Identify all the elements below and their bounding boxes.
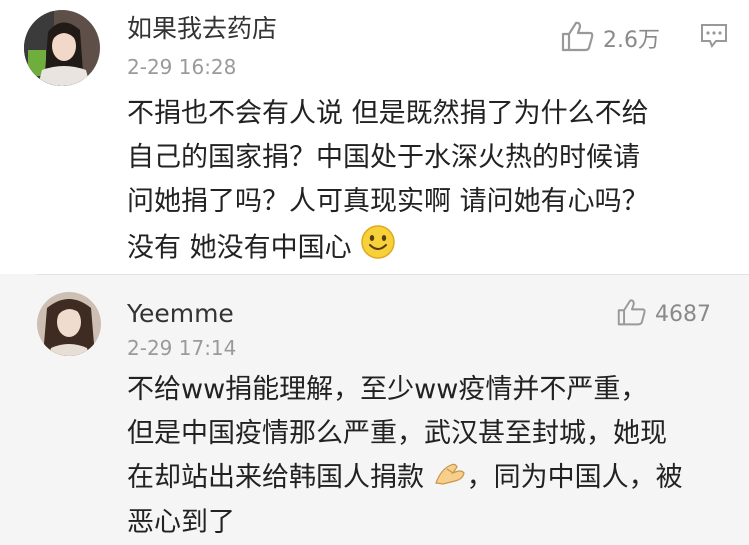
comment-body: 不给ww捐能理解，至少ww疫情并不严重， 但是中国疫情那么严重，武汉甚至封城，她… [127,368,737,545]
comment-card: Yeemme 2-29 17:14 4687 不给ww捐能理解，至少ww疫情并不… [0,275,749,544]
comment-text-line: 在却站出来给韩国人捐款 ，同为中国人，被 [127,456,737,501]
comment-text-line: 问她捐了吗？人可真现实啊 请问她有心吗？ [127,186,649,217]
comment-reply-icon [700,24,728,53]
comment-card: 如果我去药店 2-29 16:28 2.6万 不捐也不会有人说 但是既然捐了为什… [0,0,749,274]
avatar[interactable] [37,292,101,356]
comment-body: 不捐也不会有人说 但是既然捐了为什么不给 自己的国家捐？中国处于水深火热的时候请… [127,92,727,274]
username[interactable]: 如果我去药店 [127,14,277,44]
comment-text-line: 不给ww捐能理解，至少ww疫情并不严重， [127,374,648,405]
like-button[interactable]: 4687 [617,297,711,331]
comment-text-line: 自己的国家捐？中国处于水深火热的时候请 [127,142,640,173]
username[interactable]: Yeemme [127,299,234,329]
timestamp: 2-29 17:14 [127,336,237,360]
reply-button[interactable] [700,23,728,53]
avatar[interactable] [24,10,100,86]
smiley-face-emoji [360,224,396,274]
like-count: 2.6万 [603,28,660,53]
comment-text-segment: ，同为中国人，被 [466,462,683,493]
comment-text-segment: 没有 她没有中国心 [127,232,352,264]
thumbs-up-icon [617,297,647,331]
like-button[interactable]: 2.6万 [561,20,660,56]
folded-hands-emoji [433,457,467,501]
comment-text-line: 但是中国疫情那么严重，武汉甚至封城，她现 [127,418,667,449]
comment-text-segment: 在却站出来给韩国人捐款 [127,462,424,493]
comment-text-line: 不捐也不会有人说 但是既然捐了为什么不给 [127,98,649,129]
thumbs-up-icon [561,20,595,56]
like-count: 4687 [655,301,711,327]
comment-text-line: 恶心到了 [127,506,235,538]
timestamp: 2-29 16:28 [127,55,237,79]
comment-text-line: 没有 她没有中国心 [127,224,727,274]
